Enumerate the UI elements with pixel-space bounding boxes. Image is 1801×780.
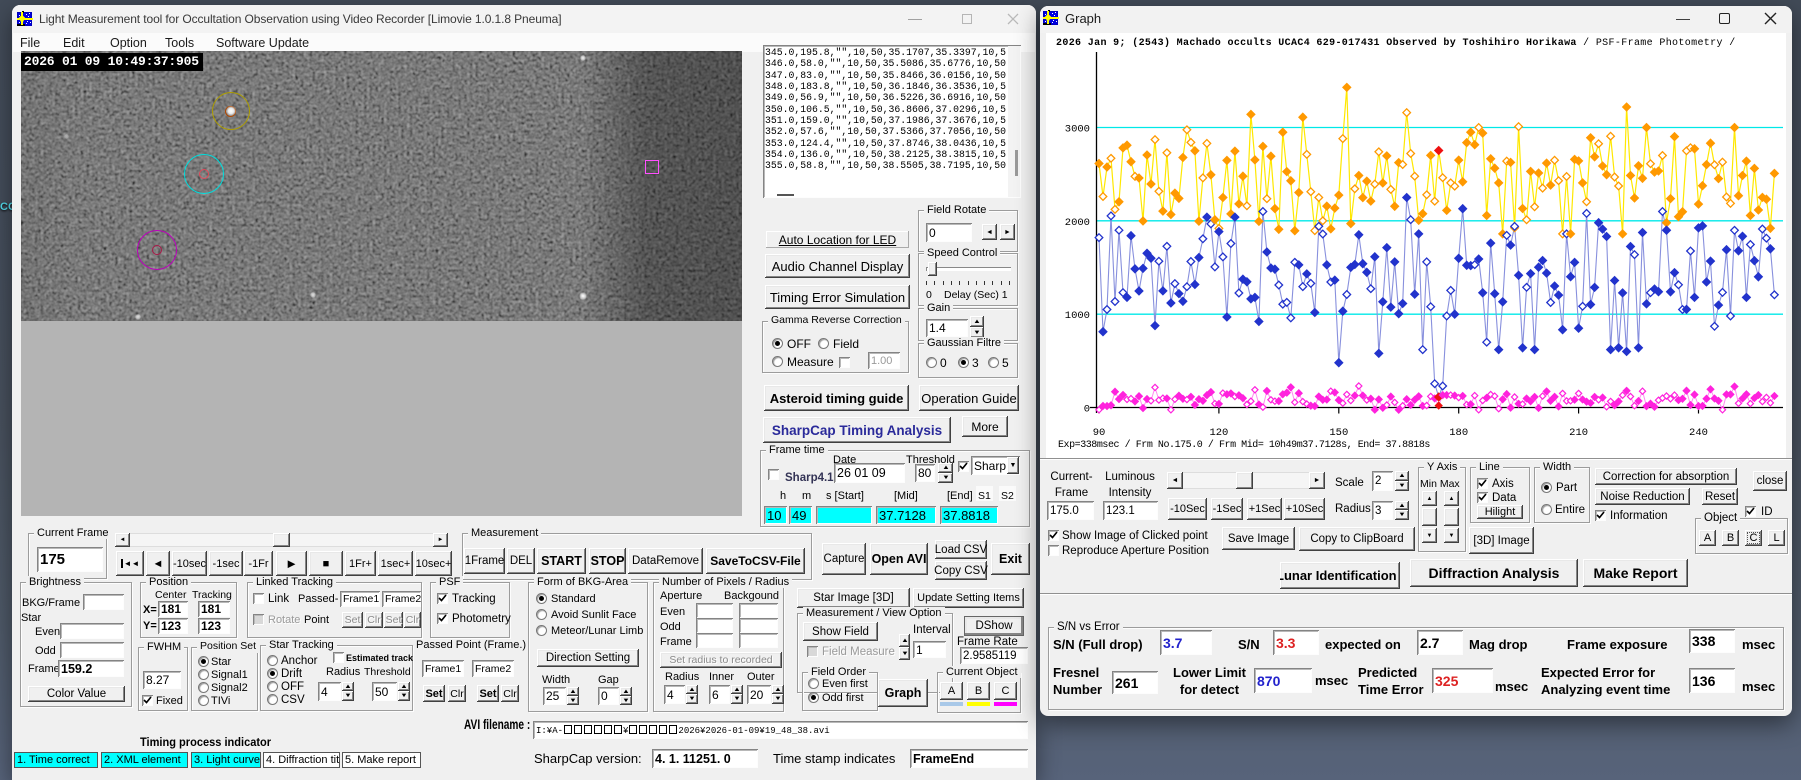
svg-text:1000: 1000 [1065, 310, 1090, 322]
svg-text:210: 210 [1569, 427, 1588, 439]
svg-text:120: 120 [1209, 427, 1228, 439]
svg-text:240: 240 [1689, 427, 1708, 439]
svg-text:90: 90 [1093, 427, 1106, 439]
svg-text:0: 0 [1084, 404, 1090, 416]
svg-text:180: 180 [1449, 427, 1468, 439]
svg-text:3000: 3000 [1065, 124, 1090, 136]
svg-text:2000: 2000 [1065, 217, 1090, 229]
svg-text:150: 150 [1329, 427, 1348, 439]
